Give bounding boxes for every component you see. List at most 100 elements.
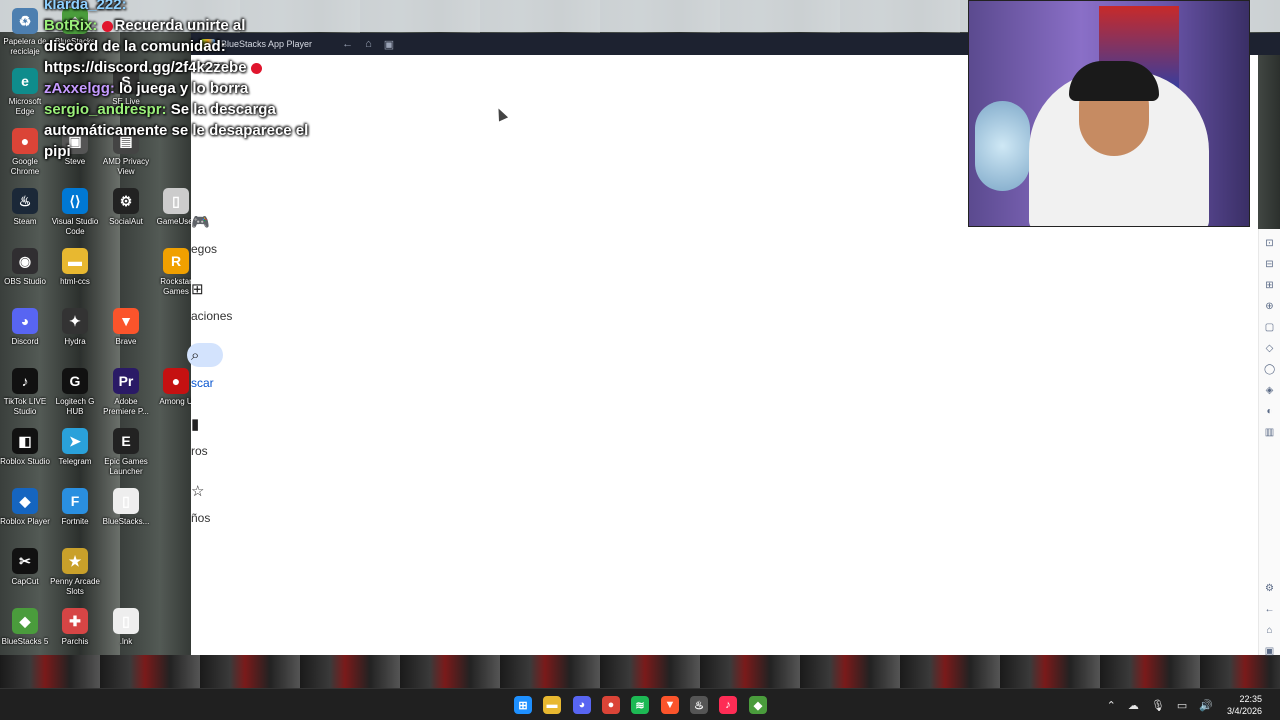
mic-icon[interactable]: 🎙 <box>1151 699 1165 712</box>
desktop-icon[interactable]: ◆ Roblox Player <box>0 488 51 527</box>
desktop-icon-label: Hydra <box>64 337 86 346</box>
chat-text: Se la descarga <box>170 101 276 118</box>
desktop-icon[interactable]: ▯ BlueStacks... <box>100 488 152 527</box>
chat-message: pipi <box>44 141 344 162</box>
desktop-icon[interactable]: ♪ TikTok LIVE Studio <box>0 368 51 417</box>
toolbar-tool-icon[interactable]: ◈ <box>1264 385 1275 396</box>
bluestacks-icon[interactable]: ◆ <box>749 696 767 714</box>
nav-item[interactable]: 🎮 egos <box>191 213 251 263</box>
telegram-icon: ➤ <box>62 428 88 454</box>
desktop-icon[interactable]: ▼ Brave <box>100 308 152 347</box>
roblox-player-icon: ◆ <box>12 488 38 514</box>
file-icon: ▯ <box>163 188 189 214</box>
desktop-icon-label: html-ccs <box>60 277 90 286</box>
chevron-up-icon[interactable]: ⌃ <box>1107 699 1116 712</box>
volume-icon[interactable]: 🔊 <box>1199 699 1213 712</box>
desktop-icon-label: Penny Arcade Slots <box>50 577 100 596</box>
brave-icon[interactable]: ▼ <box>661 696 679 714</box>
desktop-icon-label: Among U <box>159 397 193 406</box>
discord-icon[interactable]: ◕ <box>573 696 591 714</box>
desktop-icon[interactable]: ▬ html-ccs <box>49 248 101 287</box>
file-explorer-icon[interactable]: ▬ <box>543 696 561 714</box>
desktop-icon[interactable]: ⚙ SocialAut <box>100 188 152 227</box>
nav-item[interactable]: ▮ ros <box>191 415 251 465</box>
toolbar-tool-icon[interactable]: ▥ <box>1264 427 1275 438</box>
chrome-icon[interactable]: ● <box>602 696 620 714</box>
toolbar-tool-icon[interactable]: ⚙ <box>1264 583 1275 594</box>
wallpaper-bottom-strip <box>0 655 1280 688</box>
toolbar-tool-icon[interactable]: ← <box>1264 604 1275 615</box>
roblox-studio-icon: ◧ <box>12 428 38 454</box>
folder-icon: ▬ <box>62 248 88 274</box>
desktop-icon-label: BlueStacks... <box>102 517 150 526</box>
tiktok-icon[interactable]: ♪ <box>719 696 737 714</box>
discord-icon: ◕ <box>12 308 38 334</box>
bluestacks-right-toolbar: ⊡ ⊟ ⊞ ⊕ ▢ ◇ ◯ ◈ ◐ ▥ ⚙ ← ⌂ ▣ <box>1258 229 1280 657</box>
edge-icon: e <box>12 68 38 94</box>
chat-text: lo juega y lo borra <box>119 80 249 97</box>
chat-text: https://discord.gg/2f4k2zebe <box>44 59 247 76</box>
chat-text: automáticamente se le desaparece el <box>44 122 309 139</box>
toolbar-tool-icon[interactable]: ◇ <box>1264 343 1275 354</box>
toolbar-tool-icon[interactable]: ◐ <box>1264 406 1275 417</box>
desktop-icon[interactable]: ✦ Hydra <box>49 308 101 347</box>
windows-start-icon[interactable]: ⊞ <box>514 696 532 714</box>
desktop-icon[interactable]: ♨ Steam <box>0 188 51 227</box>
vscode-icon: ⟨⟩ <box>62 188 88 214</box>
obs-icon: ◉ <box>12 248 38 274</box>
chat-message: sergio_andrespr: Se la descarga <box>44 99 344 120</box>
desktop-icon-label: Brave <box>115 337 137 346</box>
desktop-icon[interactable]: ◕ Discord <box>0 308 51 347</box>
clock-time: 22:35 <box>1239 694 1262 704</box>
desktop-icon[interactable]: G Logitech G HUB <box>49 368 101 417</box>
desktop-icon[interactable]: ✚ Parchis <box>49 608 101 647</box>
desktop-icon[interactable]: E Epic Games Launcher <box>100 428 152 477</box>
toolbar-tool-icon[interactable]: ⌂ <box>1264 625 1275 636</box>
search-icon: ⌕ <box>191 347 200 364</box>
windows-taskbar: ⊞ ▬ ◕ ● ≋ ▼ ♨ ♪ ◆ ⌃ ☁ 🎙 ▭ 🔊 22:35 3/4/2026 <box>0 688 1280 720</box>
toolbar-tool-icon[interactable]: ⊕ <box>1264 301 1275 312</box>
multi-instance-icon[interactable]: ▣ <box>384 38 394 51</box>
stream-chat-overlay: klarda_222: BotRix: Recuerda unirte al di… <box>44 0 344 162</box>
system-tray: ⌃ ☁ 🎙 ▭ 🔊 22:35 3/4/2026 <box>1095 689 1262 720</box>
monitor-icon[interactable]: ▭ <box>1177 699 1187 712</box>
desktop-icon[interactable]: ★ Penny Arcade Slots <box>49 548 101 597</box>
desktop-icon-label: Logitech G HUB <box>55 397 95 416</box>
desktop-icon[interactable]: ◆ BlueStacks 5 <box>0 608 51 647</box>
steam-icon[interactable]: ♨ <box>690 696 708 714</box>
spotify-icon[interactable]: ≋ <box>631 696 649 714</box>
ring-light-fan <box>975 101 1030 191</box>
toolbar-tool-icon[interactable]: ▣ <box>1264 646 1275 657</box>
desktop-icon[interactable]: ✂ CapCut <box>0 548 51 587</box>
cloud-icon[interactable]: ☁ <box>1128 699 1139 712</box>
fortnite-icon: F <box>62 488 88 514</box>
nav-item[interactable]: ☆ ños <box>191 482 251 532</box>
desktop-icon-label: Steam <box>13 217 37 226</box>
clock[interactable]: 22:35 3/4/2026 <box>1227 693 1262 717</box>
home-icon[interactable]: ⌂ <box>365 38 372 50</box>
chat-username: BotRix: <box>44 17 102 34</box>
steam-icon: ♨ <box>12 188 38 214</box>
nav-item[interactable]: ⊞ aciones <box>191 280 251 330</box>
apps-grid-icon: ⊞ <box>191 281 204 298</box>
desktop-icon[interactable]: ◧ Roblox Studio <box>0 428 51 467</box>
recycle-bin-icon: ♻ <box>12 8 38 34</box>
chat-message: discord de la comunidad: <box>44 36 344 57</box>
bluestacks-icon: ◆ <box>12 608 38 634</box>
desktop-icon[interactable]: F Fortnite <box>49 488 101 527</box>
desktop-icon[interactable]: ⟨⟩ Visual Studio Code <box>49 188 101 237</box>
toolbar-tool-icon[interactable]: ◯ <box>1264 364 1275 375</box>
toolbar-tool-icon[interactable]: ⊞ <box>1264 280 1275 291</box>
desktop-icon[interactable]: Pr Adobe Premiere P... <box>100 368 152 417</box>
nav-item[interactable]: ⌕ scar <box>187 343 251 397</box>
toolbar-tool-icon[interactable]: ⊟ <box>1264 259 1275 270</box>
desktop-icon[interactable]: ➤ Telegram <box>49 428 101 467</box>
toolbar-tool-icon[interactable]: ▢ <box>1264 322 1275 333</box>
desktop-icon-label: Roblox Studio <box>0 457 50 466</box>
toolbar-tool-icon[interactable]: ⊡ <box>1264 238 1275 249</box>
webcam-feed <box>968 0 1250 227</box>
desktop-icon[interactable]: ▯ .lnk <box>100 608 152 647</box>
desktop-icon[interactable]: ◉ OBS Studio <box>0 248 51 287</box>
gamepad-icon: 🎮 <box>191 214 210 231</box>
nav-item-label: aciones <box>191 309 233 323</box>
